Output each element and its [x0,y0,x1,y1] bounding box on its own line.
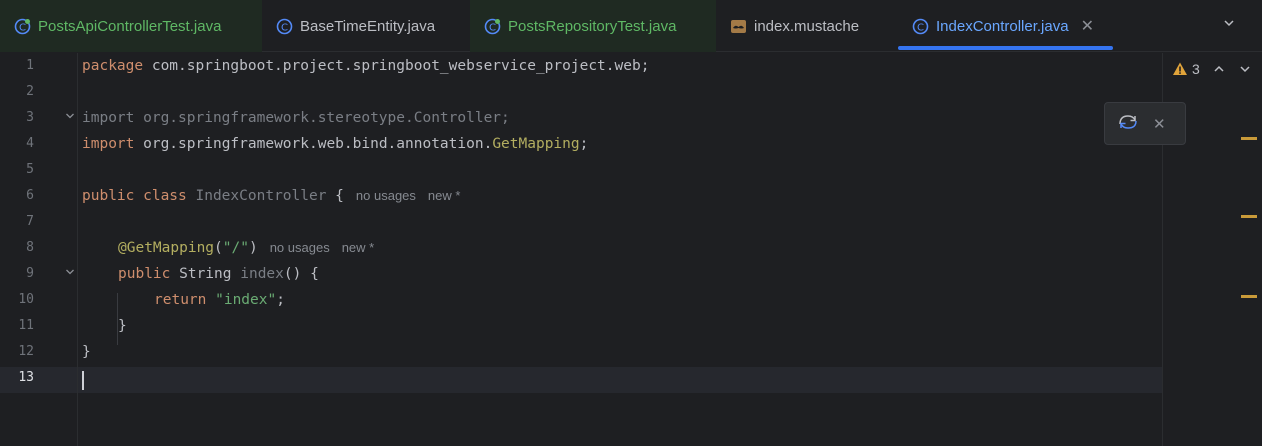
warning-stripe-marker[interactable] [1241,215,1257,218]
test-class-icon: C [484,18,501,35]
close-popup-icon[interactable]: ✕ [1153,115,1166,133]
line-number: 5 [26,162,34,177]
line-number: 3 [26,110,34,125]
editor-tab-bar: C PostsApiControllerTest.java C BaseTime… [0,0,1262,52]
line-number-current: 13 [18,370,34,385]
tab-posts-api-controller-test[interactable]: C PostsApiControllerTest.java [0,0,262,52]
current-line-highlight [0,367,1162,393]
line-number: 10 [18,292,34,307]
tab-label: BaseTimeEntity.java [300,17,436,35]
code-line-6: public class IndexController {no usages n… [82,188,461,204]
author-hint[interactable]: new * [428,188,461,203]
line-number: 1 [26,58,34,73]
fold-chevron-icon[interactable] [64,261,76,287]
line-number: 8 [26,240,34,255]
tab-label: PostsApiControllerTest.java [38,17,222,35]
inspection-widget[interactable]: 3 [1172,59,1252,79]
code-line-9: public String index() { [118,266,319,282]
code-line-12: } [82,344,91,360]
tab-index-mustache[interactable]: index.mustache [716,0,898,52]
tab-label: index.mustache [754,17,860,35]
svg-text:C: C [19,22,26,33]
class-icon: C [276,18,293,35]
usages-hint[interactable]: no usages [356,188,416,203]
close-tab-icon[interactable]: ✕ [1081,16,1094,36]
warning-stripe-marker[interactable] [1241,295,1257,298]
code-line-8: @GetMapping("/") no usages new * [118,240,375,256]
tab-posts-repository-test[interactable]: C PostsRepositoryTest.java [470,0,716,52]
more-tabs-chevron-icon[interactable] [1218,14,1240,36]
svg-text:C: C [917,22,924,33]
warning-count: 3 [1192,61,1200,77]
active-tab-indicator [898,46,1113,50]
code-line-1: package com.springboot.project.springboo… [82,58,650,74]
line-number: 4 [26,136,34,151]
tab-label: PostsRepositoryTest.java [508,17,677,35]
author-hint[interactable]: new * [342,240,375,255]
floating-toolbar-popup: ✕ [1104,102,1186,145]
tab-index-controller[interactable]: C IndexController.java ✕ [898,0,1114,52]
code-line-4: import org.springframework.web.bind.anno… [82,136,589,152]
warning-stripe-marker[interactable] [1241,137,1257,140]
line-number-gutter: 1 2 3 4 5 6 7 8 9 10 11 12 13 [0,53,78,446]
line-number: 11 [18,318,34,333]
mustache-icon [730,18,747,35]
previous-highlight-chevron-up-icon[interactable] [1212,62,1226,76]
line-number: 9 [26,266,34,281]
text-caret [82,371,84,390]
code-editor[interactable]: 1 2 3 4 5 6 7 8 9 10 11 12 13 package co… [0,53,1262,446]
line-number: 7 [26,214,34,229]
code-line-11: } [118,318,127,334]
code-line-10: return "index"; [154,292,285,308]
svg-text:C: C [281,22,288,33]
usages-hint[interactable]: no usages [270,240,330,255]
line-number: 2 [26,84,34,99]
next-highlight-chevron-down-icon[interactable] [1238,62,1252,76]
line-number: 12 [18,344,34,359]
class-icon: C [912,18,929,35]
warning-icon [1172,61,1188,77]
line-number: 6 [26,188,34,203]
code-line-3: import org.springframework.stereotype.Co… [82,110,510,126]
sync-reload-icon[interactable] [1117,112,1139,136]
svg-text:C: C [489,22,496,33]
tab-label: IndexController.java [936,17,1069,35]
test-class-icon: C [14,18,31,35]
tab-base-time-entity[interactable]: C BaseTimeEntity.java [262,0,470,52]
fold-chevron-icon[interactable] [64,105,76,131]
